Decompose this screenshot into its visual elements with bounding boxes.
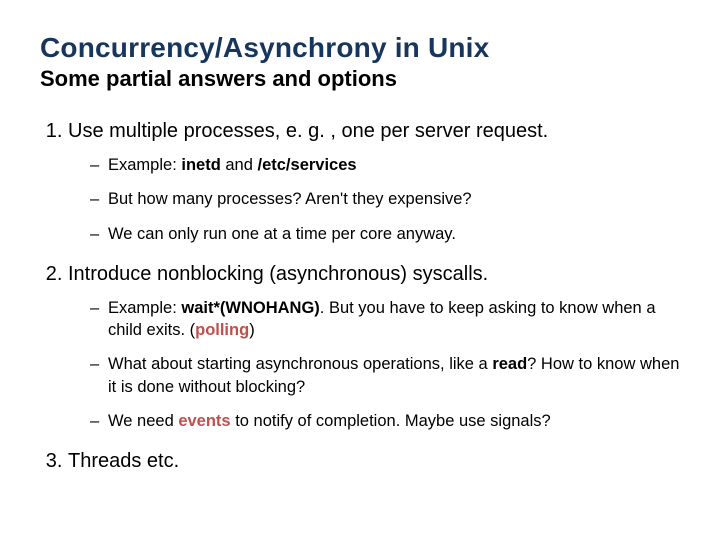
sub-prefix: What about starting asynchronous operati…	[108, 355, 492, 373]
sub-mid: and	[221, 156, 258, 174]
sub-item: But how many processes? Aren't they expe…	[90, 188, 680, 210]
sub-plain: We can only run one at a time per core a…	[108, 225, 456, 243]
sub-item: Example: inetd and /etc/services	[90, 154, 680, 176]
sub-mid: to notify of completion. Maybe use signa…	[231, 412, 551, 430]
list-item: Introduce nonblocking (asynchronous) sys…	[68, 261, 680, 432]
sub-bold: read	[492, 355, 527, 373]
sub-bold: inetd	[181, 156, 220, 174]
sub-item: We need events to notify of completion. …	[90, 410, 680, 432]
sub-bold2: /etc/services	[258, 156, 357, 174]
list-item: Use multiple processes, e. g. , one per …	[68, 118, 680, 245]
sub-prefix: Example:	[108, 156, 181, 174]
sub-list: Example: inetd and /etc/services But how…	[68, 154, 680, 245]
sub-suffix: )	[249, 321, 255, 339]
slide: Concurrency/Asynchrony in Unix Some part…	[0, 0, 720, 540]
sub-bold: wait*(WNOHANG)	[181, 299, 319, 317]
sub-list: Example: wait*(WNOHANG). But you have to…	[68, 297, 680, 432]
slide-title: Concurrency/Asynchrony in Unix	[40, 32, 680, 64]
item-text: Introduce nonblocking (asynchronous) sys…	[68, 263, 488, 285]
list-item: Threads etc.	[68, 448, 680, 474]
sub-item: What about starting asynchronous operati…	[90, 353, 680, 398]
item-text: Use multiple processes, e. g. , one per …	[68, 120, 548, 142]
sub-item: Example: wait*(WNOHANG). But you have to…	[90, 297, 680, 342]
slide-subtitle: Some partial answers and options	[40, 66, 680, 92]
sub-accent: events	[178, 412, 230, 430]
sub-accent: polling	[195, 321, 249, 339]
sub-prefix: We need	[108, 412, 178, 430]
item-text: Threads etc.	[68, 450, 179, 472]
sub-prefix: Example:	[108, 299, 181, 317]
sub-plain: But how many processes? Aren't they expe…	[108, 190, 472, 208]
sub-item: We can only run one at a time per core a…	[90, 223, 680, 245]
ordered-list: Use multiple processes, e. g. , one per …	[40, 118, 680, 474]
